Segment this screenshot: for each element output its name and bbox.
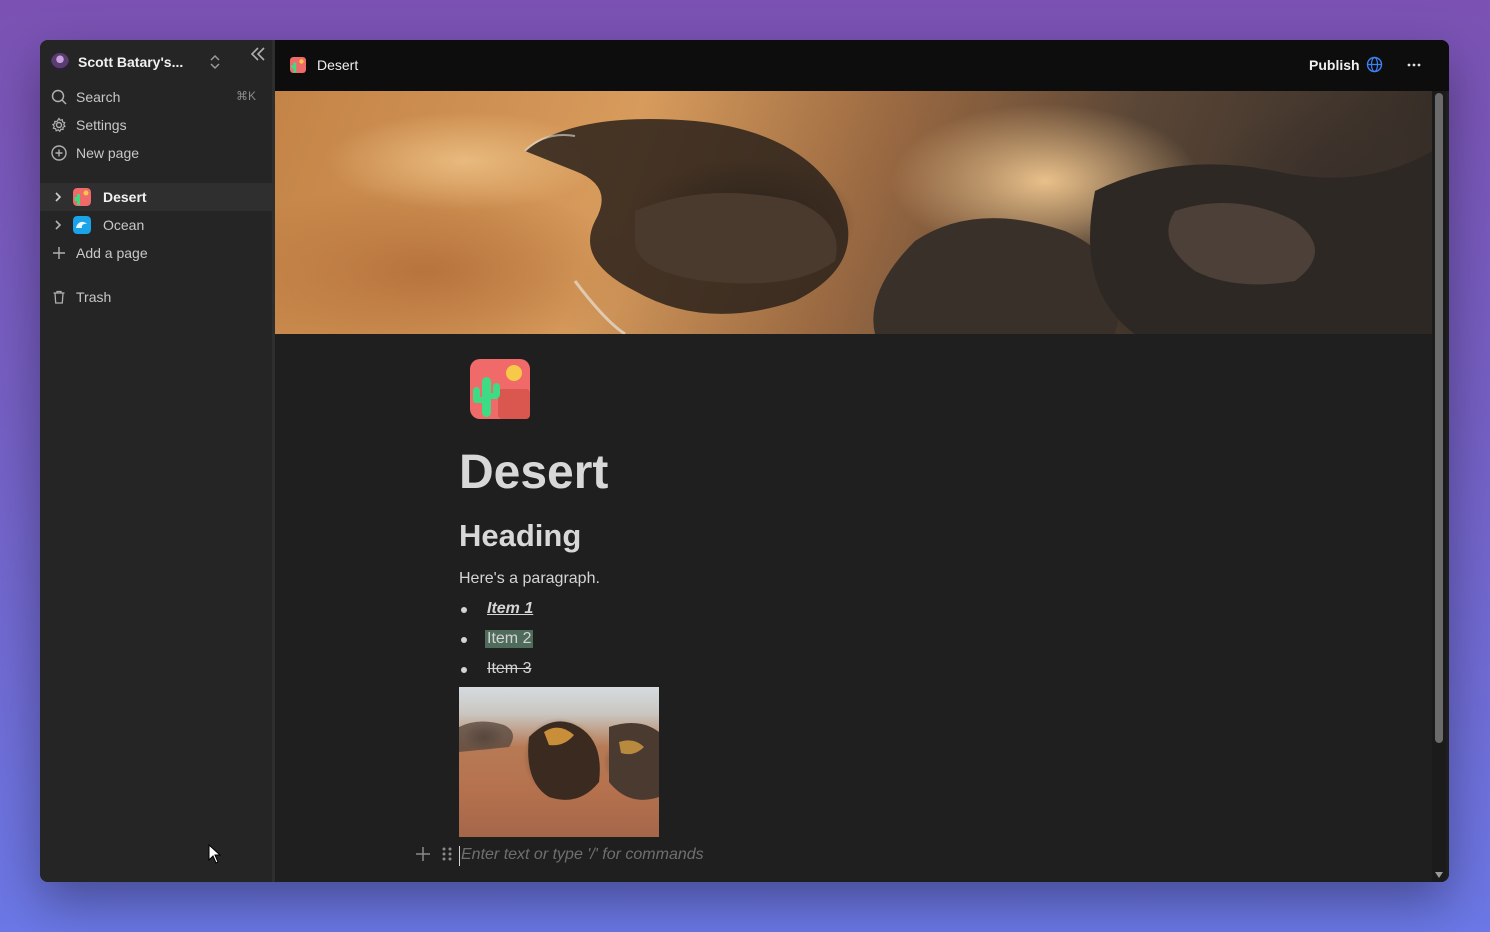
heading-block[interactable]: Heading [459, 518, 581, 554]
workspace-switcher[interactable]: Scott Batary's... [40, 48, 275, 76]
mouse-cursor-icon [208, 844, 222, 864]
cover-image[interactable] [275, 91, 1432, 334]
desert-photo-art [459, 721, 659, 800]
desert-cover-art [524, 119, 1432, 334]
gear-icon [51, 117, 66, 133]
bullet-marker [461, 637, 467, 643]
paragraph-block[interactable]: Here's a paragraph. [459, 570, 600, 588]
cactus-icon [290, 57, 306, 73]
add-block-icon[interactable] [415, 846, 431, 862]
wave-icon [73, 216, 91, 234]
sidebar-item-new-page[interactable]: New page [40, 139, 275, 167]
chevron-right-icon[interactable] [51, 218, 65, 232]
breadcrumb[interactable]: Desert [317, 57, 358, 73]
scroll-down-arrow-icon[interactable] [1435, 872, 1443, 878]
workspace-name: Scott Batary's... [78, 54, 184, 70]
sidebar-item-label: Ocean [103, 217, 145, 233]
publish-button[interactable]: Publish [1309, 57, 1360, 73]
sidebar-item-label: Settings [76, 117, 127, 133]
sidebar-item-label: Add a page [76, 245, 148, 261]
sidebar-item-label: Trash [76, 289, 112, 305]
avatar [51, 53, 69, 71]
chevron-up-down-icon[interactable] [208, 52, 222, 72]
sidebar-item-label: Search [76, 89, 121, 105]
scrollbar[interactable] [1432, 91, 1446, 882]
app-window: Scott Batary's... Search ⌘K Settings New… [40, 40, 1449, 882]
add-page-button[interactable]: Add a page [40, 239, 275, 267]
plus-icon [53, 247, 65, 259]
more-options-icon[interactable] [1405, 56, 1423, 74]
scrollbar-thumb[interactable] [1435, 93, 1443, 743]
trash-icon [53, 290, 65, 304]
sidebar-item-search[interactable]: Search ⌘K [40, 83, 275, 111]
sidebar-item-settings[interactable]: Settings [40, 111, 275, 139]
sidebar-item-desert[interactable]: Desert [40, 183, 275, 211]
text-caret [459, 846, 460, 866]
globe-icon[interactable] [1366, 56, 1383, 73]
list-item[interactable]: Item 2 [485, 630, 534, 648]
sidebar: Scott Batary's... Search ⌘K Settings New… [40, 40, 275, 882]
list-item[interactable]: Item 1 [487, 600, 533, 618]
sidebar-item-ocean[interactable]: Ocean [40, 211, 275, 239]
drag-handle-icon[interactable] [441, 846, 453, 862]
plus-circle-icon [51, 145, 67, 161]
page-title[interactable]: Desert [459, 445, 608, 500]
shortcut-hint: ⌘K [236, 89, 257, 103]
sidebar-item-label: Desert [103, 189, 147, 205]
sidebar-item-trash[interactable]: Trash [40, 283, 275, 311]
bullet-marker [461, 667, 467, 673]
sidebar-item-label: New page [76, 145, 140, 161]
topbar: Desert Publish [275, 40, 1449, 91]
editor: Desert Publish Desert Heading Here's a p… [275, 40, 1449, 882]
cactus-page-icon[interactable] [470, 359, 530, 419]
cactus-icon [73, 188, 91, 206]
empty-block-input[interactable]: Enter text or type '/' for commands [461, 846, 704, 864]
image-block[interactable] [459, 687, 659, 837]
bullet-marker [461, 607, 467, 613]
collapse-sidebar-icon[interactable] [248, 44, 268, 64]
search-icon [51, 89, 67, 105]
chevron-right-icon[interactable] [51, 190, 65, 204]
list-item[interactable]: Item 3 [487, 660, 531, 678]
